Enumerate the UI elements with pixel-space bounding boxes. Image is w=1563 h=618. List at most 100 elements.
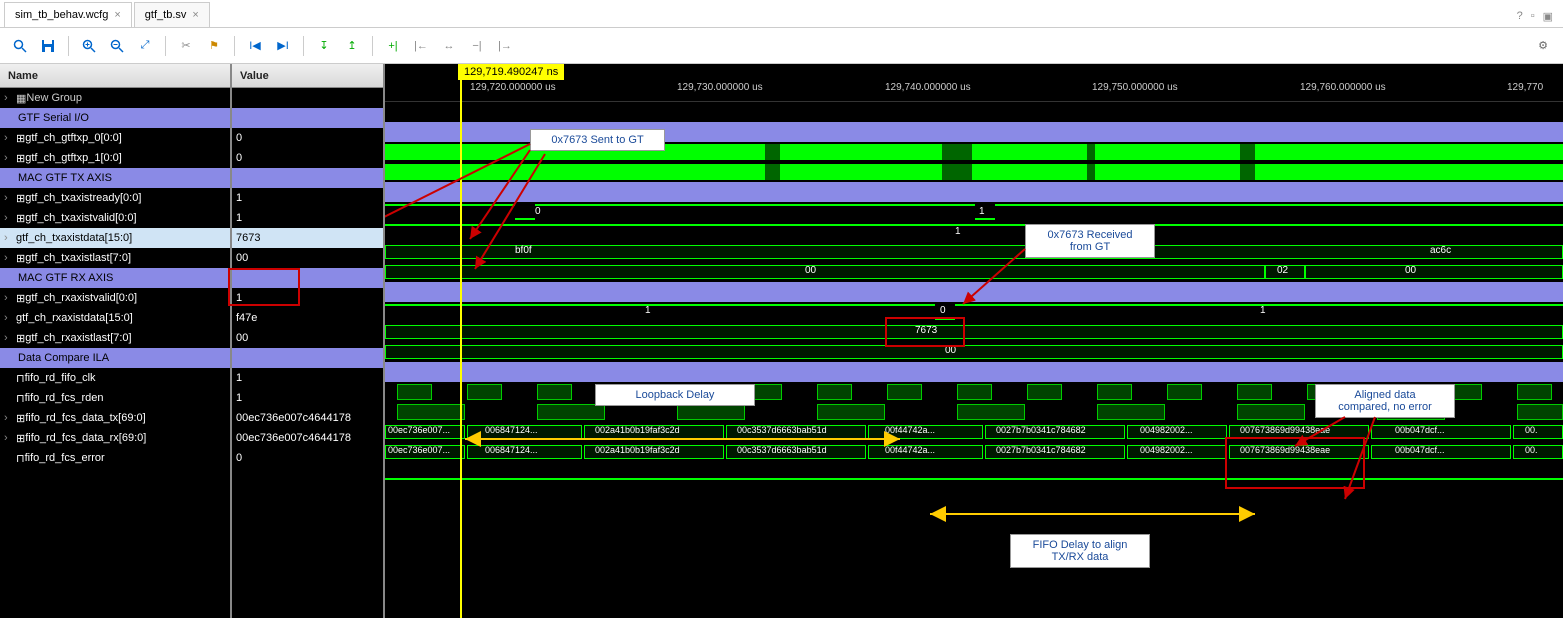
value-cell: 0 — [232, 448, 383, 468]
add-marker-icon[interactable]: +| — [381, 34, 405, 58]
prev-marker-icon[interactable]: |← — [409, 34, 433, 58]
wave-row: bf0f ac6c — [385, 242, 1563, 262]
zoom-fit-icon[interactable]: ⤢ — [133, 34, 157, 58]
signal-row[interactable]: ›⊞ gtf_ch_rxaxistlast[7:0] — [0, 328, 230, 348]
signal-row[interactable]: ⊓ fifo_rd_fifo_clk — [0, 368, 230, 388]
signal-divider[interactable]: GTF Serial I/O — [0, 108, 230, 128]
wave-divider — [385, 182, 1563, 202]
wave-divider — [385, 362, 1563, 382]
cursor-line[interactable] — [460, 64, 462, 618]
wave-row — [385, 102, 1563, 122]
signal-row[interactable]: ›⊞ gtf_ch_rxaxistvalid[0:0] — [0, 288, 230, 308]
help-icon[interactable]: ? — [1517, 10, 1523, 23]
signal-divider[interactable]: Data Compare ILA — [0, 348, 230, 368]
value-cell: f47e — [232, 308, 383, 328]
signal-row-group[interactable]: ›▦ New Group — [0, 88, 230, 108]
time-tick: 129,740.000000 us — [885, 82, 971, 93]
value-cell: 0 — [232, 128, 383, 148]
wave-row: 00 02 00 — [385, 262, 1563, 282]
maximize-icon[interactable]: ▣ — [1543, 10, 1553, 23]
gear-icon[interactable]: ⚙ — [1531, 34, 1555, 58]
zoom-in-icon[interactable] — [77, 34, 101, 58]
signal-row[interactable]: ›⊞ gtf_ch_txaxistvalid[0:0] — [0, 208, 230, 228]
value-cell: 7673 — [232, 228, 383, 248]
time-tick: 129,770 — [1507, 82, 1543, 93]
save-icon[interactable] — [36, 34, 60, 58]
signal-row[interactable]: ›gtf_ch_rxaxistdata[15:0] — [0, 308, 230, 328]
go-last-icon[interactable]: ▶I — [271, 34, 295, 58]
marker-icon[interactable]: ⚑ — [202, 34, 226, 58]
value-cell: 00 — [232, 248, 383, 268]
signal-row[interactable]: ›gtf_ch_txaxistdata[15:0] — [0, 228, 230, 248]
waveform-area[interactable]: 129,719.490247 ns 129,720.000000 us 129,… — [385, 64, 1563, 618]
toolbar: ⤢ ✂ ⚑ I◀ ▶I ↧ ↥ +| |← ↔ −| |→ ⚙ — [0, 28, 1563, 64]
value-cell: 1 — [232, 188, 383, 208]
waveform-main: Name ›▦ New Group GTF Serial I/O ›⊞ gtf_… — [0, 64, 1563, 618]
tab-wcfg[interactable]: sim_tb_behav.wcfg × — [4, 2, 132, 27]
value-body: 0 0 1 1 7673 00 1 f47e 00 1 1 00ec736e00… — [232, 88, 383, 618]
name-body: ›▦ New Group GTF Serial I/O ›⊞ gtf_ch_gt… — [0, 88, 230, 618]
signal-row[interactable]: ⊓ fifo_rd_fcs_error — [0, 448, 230, 468]
value-cell: 1 — [232, 388, 383, 408]
value-column: Value 0 0 1 1 7673 00 1 f47e 00 1 1 00ec… — [232, 64, 383, 618]
value-cell: 1 — [232, 208, 383, 228]
wave-row — [385, 162, 1563, 182]
value-cell: 0 — [232, 148, 383, 168]
name-column: Name ›▦ New Group GTF Serial I/O ›⊞ gtf_… — [0, 64, 232, 618]
next-trans-icon[interactable]: ↥ — [340, 34, 364, 58]
close-icon[interactable]: × — [114, 9, 120, 21]
cursor-time-label: 129,719.490247 ns — [458, 64, 564, 80]
value-cell: 00 — [232, 328, 383, 348]
signal-row[interactable]: ›⊞ fifo_rd_fcs_data_rx[69:0] — [0, 428, 230, 448]
name-header: Name — [0, 64, 230, 88]
signal-divider[interactable]: MAC GTF RX AXIS — [0, 268, 230, 288]
value-cell: 1 — [232, 368, 383, 388]
highlight-box — [885, 317, 965, 347]
del-marker-icon[interactable]: −| — [465, 34, 489, 58]
minimize-icon[interactable]: ▫ — [1531, 10, 1535, 23]
tab-label: gtf_tb.sv — [145, 9, 187, 21]
signal-row[interactable]: ›⊞ fifo_rd_fcs_data_tx[69:0] — [0, 408, 230, 428]
callout-sent: 0x7673 Sent to GT — [530, 129, 665, 151]
swap-marker-icon[interactable]: ↔ — [437, 34, 461, 58]
zoom-out-icon[interactable] — [105, 34, 129, 58]
close-icon[interactable]: × — [192, 9, 198, 21]
wave-row — [385, 462, 1563, 482]
value-cell — [232, 348, 383, 368]
go-first-icon[interactable]: I◀ — [243, 34, 267, 58]
signal-row[interactable]: ›⊞ gtf_ch_gtftxp_0[0:0] — [0, 128, 230, 148]
file-tabs: sim_tb_behav.wcfg × gtf_tb.sv × ? ▫ ▣ — [0, 0, 1563, 28]
wave-row: 0 1 — [385, 202, 1563, 222]
value-header: Value — [232, 64, 383, 88]
tab-sv[interactable]: gtf_tb.sv × — [134, 2, 210, 27]
next-marker-icon[interactable]: |→ — [493, 34, 517, 58]
time-ruler[interactable]: 129,720.000000 us 129,730.000000 us 129,… — [385, 78, 1563, 102]
search-icon[interactable] — [8, 34, 32, 58]
value-cell: 00ec736e007c4644178 — [232, 408, 383, 428]
wave-row: 00 — [385, 342, 1563, 362]
wave-row: 1 0 1 — [385, 302, 1563, 322]
signal-row[interactable]: ›⊞ gtf_ch_txaxistready[0:0] — [0, 188, 230, 208]
callout-loopback: Loopback Delay — [595, 384, 755, 406]
callout-aligned: Aligned data compared, no error — [1315, 384, 1455, 418]
cut-icon[interactable]: ✂ — [174, 34, 198, 58]
signal-divider[interactable]: MAC GTF TX AXIS — [0, 168, 230, 188]
value-cell — [232, 168, 383, 188]
time-tick: 129,750.000000 us — [1092, 82, 1178, 93]
prev-trans-icon[interactable]: ↧ — [312, 34, 336, 58]
window-icons: ? ▫ ▣ — [1507, 6, 1563, 27]
signal-row[interactable]: ›⊞ gtf_ch_txaxistlast[7:0] — [0, 248, 230, 268]
value-cell: 00ec736e007c4644178 — [232, 428, 383, 448]
highlight-box — [228, 268, 300, 306]
signal-row[interactable]: ›⊞ gtf_ch_gtftxp_1[0:0] — [0, 148, 230, 168]
wave-row: 7673 — [385, 322, 1563, 342]
tab-label: sim_tb_behav.wcfg — [15, 9, 108, 21]
callout-fifo: FIFO Delay to align TX/RX data — [1010, 534, 1150, 568]
time-tick: 129,730.000000 us — [677, 82, 763, 93]
wave-divider — [385, 282, 1563, 302]
value-cell — [232, 108, 383, 128]
wave-row: 00ec736e007... 006847124... 002a41b0b19f… — [385, 422, 1563, 442]
signal-row[interactable]: ⊓ fifo_rd_fcs_rden — [0, 388, 230, 408]
wave-row: 00ec736e007... 006847124... 002a41b0b19f… — [385, 442, 1563, 462]
wave-rows: 0 1 1 bf0f ac6c 00 02 — [385, 102, 1563, 482]
